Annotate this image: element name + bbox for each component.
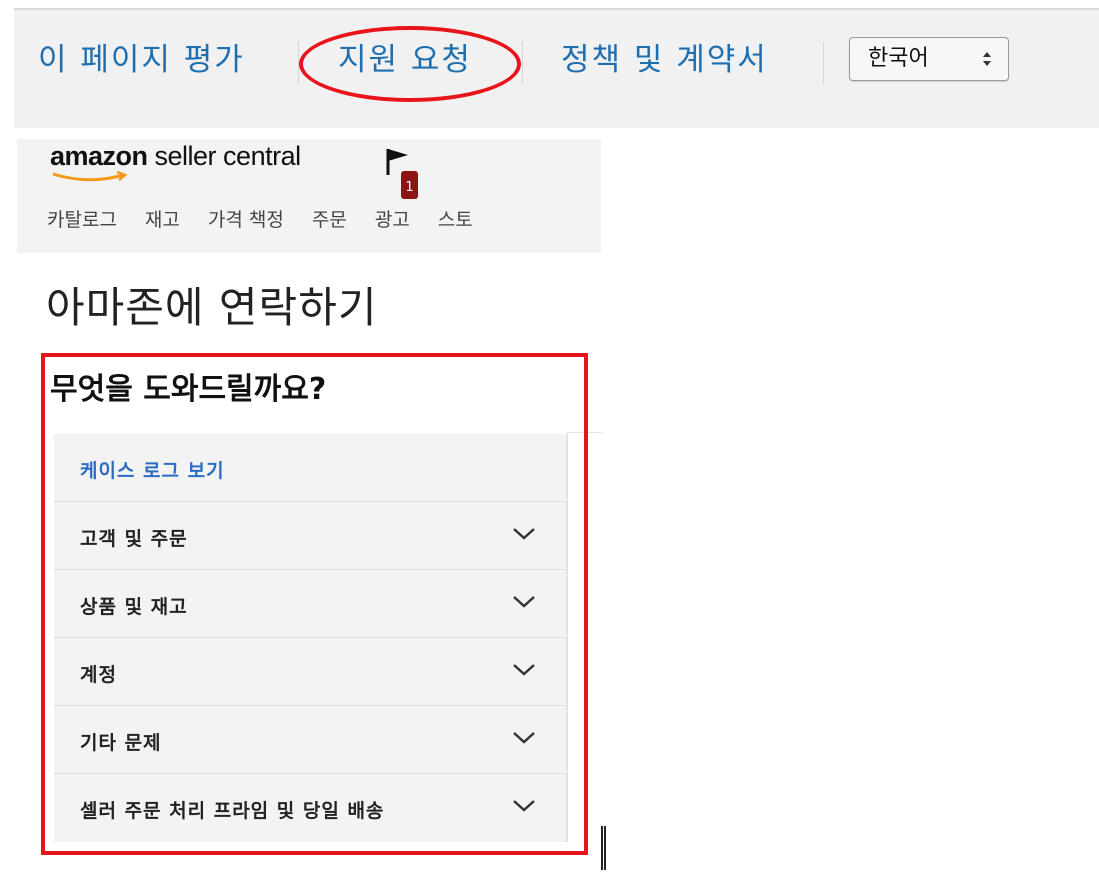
nav-item-pricing[interactable]: 가격 책정 — [208, 209, 284, 231]
divider — [823, 42, 824, 84]
nav-item-catalog[interactable]: 카탈로그 — [47, 209, 117, 231]
page-title: 아마존에 연락하기 — [46, 283, 378, 332]
nav-item-stores[interactable]: 스토 — [438, 209, 473, 231]
seller-central-header: amazon seller central 1 카탈로그 재고 가격 책정 주문 광고 스… — [17, 139, 601, 253]
nav-item-inventory[interactable]: 재고 — [145, 209, 180, 231]
highlight-box — [41, 353, 588, 855]
text-cursor-icon — [601, 826, 606, 870]
nav-item-orders[interactable]: 주문 — [312, 209, 347, 231]
amazon-logo[interactable]: amazon seller central — [50, 141, 301, 172]
amazon-smile-icon — [52, 171, 128, 182]
nav-item-advertising[interactable]: 광고 — [375, 209, 410, 231]
language-value: 한국어 — [868, 46, 929, 71]
rate-page-link[interactable]: 이 페이지 평가 — [38, 40, 245, 80]
updown-arrows-icon — [982, 38, 992, 96]
notification-count: 1 — [405, 180, 413, 195]
language-select[interactable]: 한국어 — [849, 37, 1009, 81]
main-nav: 카탈로그 재고 가격 책정 주문 광고 스토 — [47, 205, 501, 232]
highlight-ellipse — [299, 26, 521, 102]
policies-link[interactable]: 정책 및 계약서 — [561, 40, 768, 80]
divider — [522, 42, 523, 84]
notification-flag-icon[interactable]: 1 — [384, 145, 424, 205]
